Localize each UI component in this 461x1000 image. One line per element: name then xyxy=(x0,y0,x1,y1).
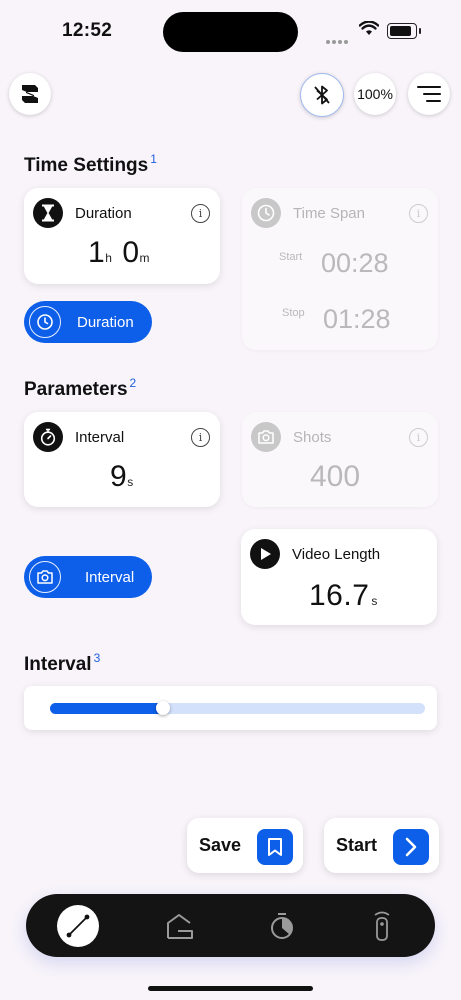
bluetooth-off-icon xyxy=(314,85,330,105)
stopwatch-icon xyxy=(33,422,63,452)
start-button[interactable]: Start xyxy=(324,818,439,873)
tab-timer[interactable] xyxy=(252,894,312,957)
clock-icon xyxy=(29,306,61,338)
duration-value: 1h 0m xyxy=(88,236,150,269)
video-length-label: Video Length xyxy=(292,545,381,563)
interval-slider-fill xyxy=(50,703,163,714)
info-icon[interactable]: i xyxy=(191,204,210,223)
menu-button[interactable] xyxy=(408,73,450,115)
hourglass-icon xyxy=(33,198,63,228)
video-length-card[interactable]: Video Length 16.7 s xyxy=(241,529,437,625)
footnote-marker: 3 xyxy=(93,651,101,665)
duration-mode-toggle[interactable]: Duration xyxy=(24,301,152,343)
home-indicator xyxy=(148,986,313,991)
interval-slider-title: Interval 3 xyxy=(24,651,101,675)
video-length-value: 16.7 s xyxy=(309,579,378,612)
footnote-marker: 2 xyxy=(129,376,137,390)
camera-icon xyxy=(251,422,281,452)
parameters-title: Parameters 2 xyxy=(24,376,137,400)
start-label: Start xyxy=(336,835,378,855)
start-time-value[interactable]: 00:28 xyxy=(321,248,389,279)
play-icon xyxy=(250,539,280,569)
battery-icon xyxy=(387,23,421,39)
status-time: 12:52 xyxy=(62,20,113,41)
duration-card[interactable]: Duration i 1h 0m xyxy=(24,188,220,284)
interval-mode-toggle[interactable]: Interval xyxy=(24,556,152,598)
home-icon xyxy=(167,913,193,939)
tab-home[interactable] xyxy=(150,894,210,957)
battery-percentage: 100% xyxy=(357,86,393,102)
shots-card[interactable]: Shots i 400 xyxy=(242,412,438,507)
time-span-card[interactable]: Time Span i Start 00:28 Stop 01:28 xyxy=(242,188,438,350)
info-icon[interactable]: i xyxy=(409,204,428,223)
logo-icon xyxy=(22,85,38,103)
stop-time-value[interactable]: 01:28 xyxy=(323,304,391,335)
camera-icon xyxy=(29,561,61,593)
start-label: Start xyxy=(279,251,303,263)
chevron-right-icon xyxy=(393,829,429,865)
bookmark-icon xyxy=(257,829,293,865)
clock-icon xyxy=(251,198,281,228)
interval-value: 9s xyxy=(110,460,134,493)
dynamic-island xyxy=(163,12,298,52)
battery-level-button[interactable]: 100% xyxy=(354,73,396,115)
shots-value: 400 xyxy=(310,460,361,493)
tab-remote[interactable] xyxy=(352,894,412,957)
footnote-marker: 1 xyxy=(150,152,157,166)
app-logo-button[interactable] xyxy=(9,73,51,115)
remote-icon xyxy=(374,911,390,941)
info-icon[interactable]: i xyxy=(191,428,210,447)
interval-slider-thumb[interactable] xyxy=(156,701,170,715)
bluetooth-button[interactable] xyxy=(300,73,344,117)
duration-mode-label: Duration xyxy=(77,313,134,331)
cellular-icon xyxy=(326,31,350,44)
timer-icon xyxy=(271,912,293,939)
interval-label: Interval xyxy=(75,428,125,446)
menu-icon xyxy=(417,86,441,102)
interval-mode-label: Interval xyxy=(85,568,135,586)
tab-timelapse[interactable] xyxy=(48,894,108,957)
time-settings-title: Time Settings 1 xyxy=(24,152,157,176)
save-button[interactable]: Save xyxy=(187,818,303,873)
shots-label: Shots xyxy=(293,428,332,446)
duration-label: Duration xyxy=(75,204,132,222)
info-icon[interactable]: i xyxy=(409,428,428,447)
wifi-icon xyxy=(359,21,379,35)
interval-card[interactable]: Interval i 9s xyxy=(24,412,220,507)
timelapse-icon xyxy=(57,904,99,947)
save-label: Save xyxy=(199,835,242,855)
tab-bar xyxy=(26,894,435,957)
stop-label: Stop xyxy=(282,307,305,319)
time-span-label: Time Span xyxy=(293,204,365,222)
